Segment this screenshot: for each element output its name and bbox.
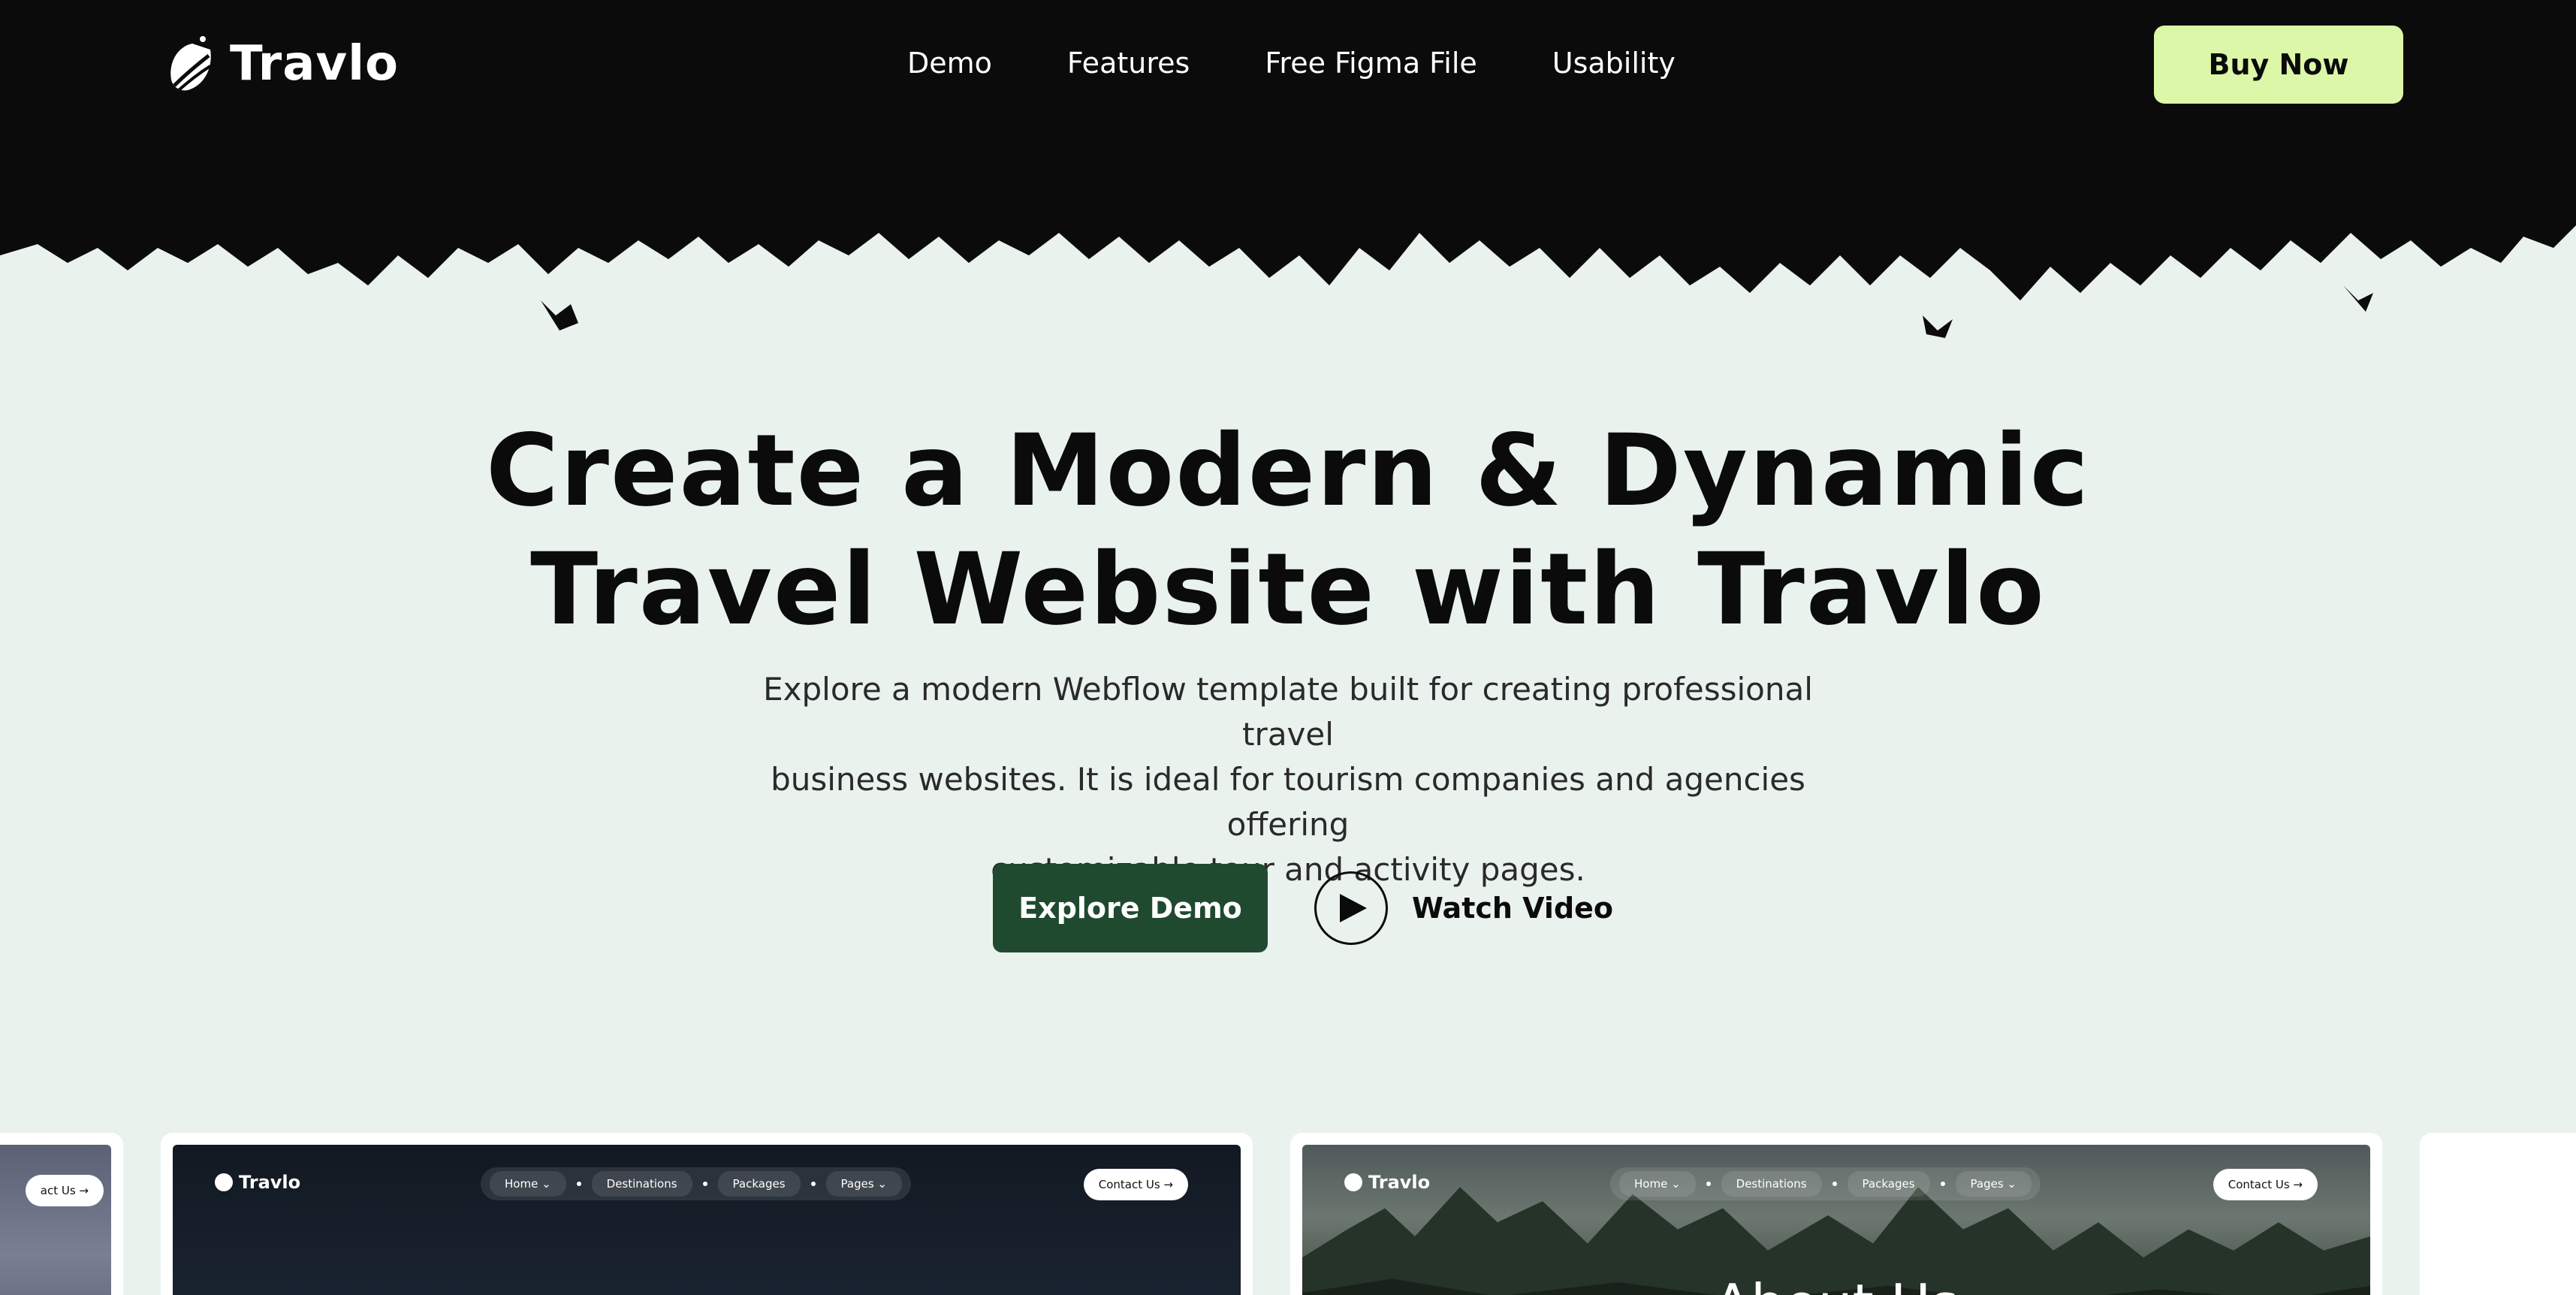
leaf-logo-icon <box>170 36 212 92</box>
play-icon <box>1340 894 1367 922</box>
menu-separator <box>1832 1182 1837 1186</box>
explore-demo-button[interactable]: Explore Demo <box>993 864 1268 952</box>
preview-menu-packages[interactable]: Packages <box>717 1171 801 1197</box>
preview-menu-packages[interactable]: Packages <box>1847 1171 1930 1197</box>
preview-logo-icon <box>1344 1173 1362 1191</box>
contact-us-button[interactable]: Contact Us → <box>1083 1169 1188 1200</box>
nav-item-usability[interactable]: Usability <box>1552 47 1676 80</box>
torn-edge-decoration <box>0 135 2576 338</box>
brand-name: Travlo <box>230 36 399 92</box>
hero-title-line-2: Travel Website with Travlo <box>530 532 2046 648</box>
preview-menu: Home ⌄ Destinations Packages Pages ⌄ <box>1610 1167 2041 1200</box>
hero-subtitle: Explore a modern Webflow template built … <box>725 667 1851 892</box>
brand-logo[interactable]: Travlo <box>165 33 399 95</box>
preview-card-partial-left[interactable]: act Us → <box>0 1133 123 1295</box>
nav-item-features[interactable]: Features <box>1067 47 1190 80</box>
preview-brand-name: Travlo <box>1368 1172 1431 1193</box>
hero-title: Create a Modern & Dynamic Travel Website… <box>0 412 2576 649</box>
contact-us-button[interactable]: Contact Us → <box>2213 1169 2318 1200</box>
menu-separator <box>810 1182 816 1186</box>
hero-title-line-1: Create a Modern & Dynamic <box>485 413 2091 529</box>
hero-subtitle-line-1: Explore a modern Webflow template built … <box>763 671 1813 753</box>
preview-card-home[interactable]: Travlo Home ⌄ Destinations Packages Page… <box>161 1133 1253 1295</box>
play-button[interactable] <box>1314 871 1388 945</box>
preview-nav: Travlo Home ⌄ Destinations Packages Page… <box>173 1164 1241 1202</box>
buy-now-button[interactable]: Buy Now <box>2154 26 2403 104</box>
preview-card-partial-right[interactable] <box>2420 1133 2576 1295</box>
preview-menu-destinations[interactable]: Destinations <box>591 1171 692 1197</box>
preview-menu: Home ⌄ Destinations Packages Pages ⌄ <box>481 1167 911 1200</box>
preview-card-about[interactable]: Travlo Home ⌄ Destinations Packages Page… <box>1290 1133 2382 1295</box>
preview-logo-icon <box>215 1173 233 1191</box>
nav-item-free-figma-file[interactable]: Free Figma File <box>1265 47 1477 80</box>
preview-brand-name: Travlo <box>239 1172 301 1193</box>
preview-menu-home[interactable]: Home ⌄ <box>1619 1171 1696 1197</box>
menu-separator <box>1706 1182 1711 1186</box>
preview-brand: Travlo <box>1344 1172 1430 1193</box>
preview-screenshot: act Us → <box>0 1145 111 1295</box>
menu-separator <box>1940 1182 1945 1186</box>
preview-menu-pages[interactable]: Pages ⌄ <box>1955 1171 2032 1197</box>
watch-video-button[interactable]: Watch Video <box>1314 871 1613 945</box>
preview-screenshot: Travlo Home ⌄ Destinations Packages Page… <box>173 1145 1241 1295</box>
nav-item-demo[interactable]: Demo <box>907 47 992 80</box>
preview-heading: About Us <box>1302 1272 2370 1295</box>
menu-separator <box>576 1182 581 1186</box>
preview-menu-home[interactable]: Home ⌄ <box>490 1171 566 1197</box>
preview-brand: Travlo <box>215 1172 300 1193</box>
contact-us-button[interactable]: act Us → <box>25 1175 104 1206</box>
main-nav: Demo Features Free Figma File Usability <box>907 47 1676 80</box>
menu-separator <box>702 1182 707 1186</box>
preview-menu-destinations[interactable]: Destinations <box>1721 1171 1822 1197</box>
watch-video-label: Watch Video <box>1412 892 1614 925</box>
preview-nav: Travlo Home ⌄ Destinations Packages Page… <box>1302 1164 2370 1202</box>
preview-screenshot: Travlo Home ⌄ Destinations Packages Page… <box>1302 1145 2370 1295</box>
preview-menu-pages[interactable]: Pages ⌄ <box>825 1171 902 1197</box>
hero-subtitle-line-2: business websites. It is ideal for touri… <box>771 761 1805 843</box>
